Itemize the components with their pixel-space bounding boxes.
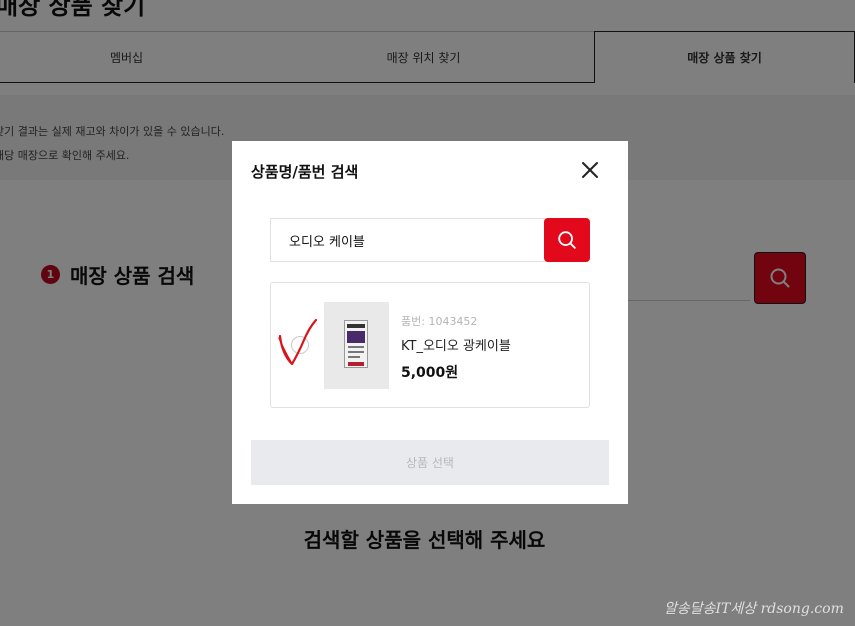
product-search-input[interactable] <box>270 218 546 262</box>
search-icon <box>558 231 576 249</box>
check-annotation-icon <box>278 318 318 366</box>
product-search-button[interactable] <box>544 218 590 262</box>
close-button[interactable] <box>578 158 602 182</box>
product-name: KT_오디오 광케이블 <box>401 339 511 354</box>
watermark: 알송달송IT세상 rdsong.com <box>664 601 844 617</box>
modal-title: 상품명/품번 검색 <box>251 163 359 181</box>
product-thumbnail <box>324 302 389 389</box>
close-icon <box>582 162 598 178</box>
product-code: 품번: 1043452 <box>401 315 478 328</box>
select-product-button[interactable]: 상품 선택 <box>251 440 609 485</box>
product-package-image <box>344 320 368 368</box>
product-price: 5,000원 <box>401 365 459 381</box>
